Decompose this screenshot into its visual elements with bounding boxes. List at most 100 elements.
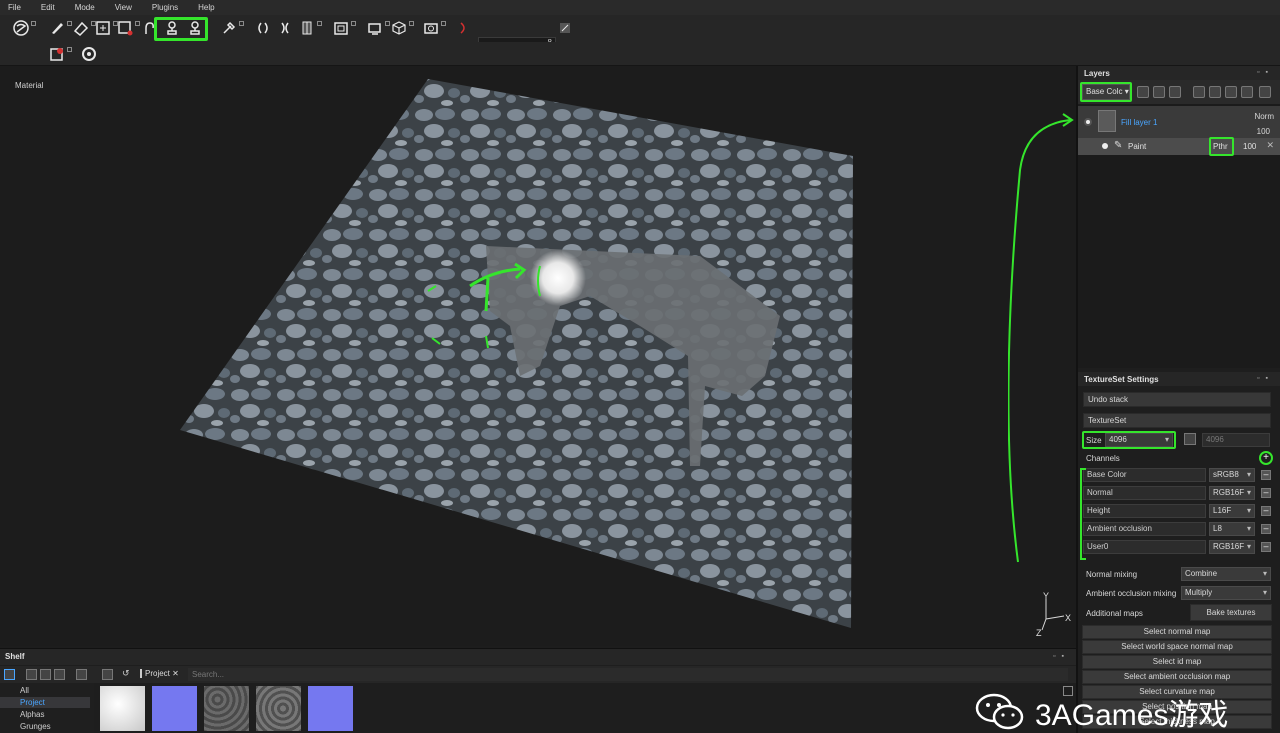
lock-icon[interactable]: [1184, 433, 1196, 445]
ao-mixing-label: Ambient occlusion mixing: [1086, 589, 1177, 598]
filter-icon[interactable]: [102, 669, 113, 680]
channel-format-height[interactable]: L16F: [1209, 504, 1255, 518]
channel-name-user0[interactable]: User0: [1083, 540, 1206, 554]
category-project[interactable]: Project: [20, 698, 45, 707]
clone-icon-2[interactable]: [186, 19, 204, 37]
remove-channel-button[interactable]: –: [1261, 524, 1271, 534]
add-effect-icon[interactable]: [1193, 86, 1205, 98]
grid-icon[interactable]: [76, 669, 87, 680]
channel-format-base-color[interactable]: sRGB8: [1209, 468, 1255, 482]
geometry-mask-icon[interactable]: [116, 19, 140, 37]
menu-help[interactable]: Help: [198, 3, 214, 12]
paint-effect-opacity[interactable]: 100: [1243, 142, 1256, 151]
add-mask-icon[interactable]: [1169, 86, 1181, 98]
symmetry-icon[interactable]: [254, 19, 272, 37]
menu-plugins[interactable]: Plugins: [152, 3, 178, 12]
shelf-thumbnail[interactable]: [256, 686, 301, 731]
fill-layer-row[interactable]: Fill layer 1 Norm 100: [1078, 106, 1280, 138]
fill-layer-blend[interactable]: Norm: [1254, 112, 1274, 121]
add-channel-button[interactable]: +: [1259, 451, 1273, 465]
menu-file[interactable]: File: [8, 3, 21, 12]
channel-name-ambient-occlusion[interactable]: Ambient occlusion: [1083, 522, 1206, 536]
remove-channel-button[interactable]: –: [1261, 506, 1271, 516]
folder-view-icon[interactable]: [4, 669, 15, 680]
select-id-map-button[interactable]: Select id map: [1082, 655, 1272, 669]
screen-icon[interactable]: [366, 19, 390, 37]
fill-layer-name[interactable]: Fill layer 1: [1121, 118, 1157, 127]
shelf-thumbnail[interactable]: [100, 686, 145, 731]
export-icon[interactable]: [48, 45, 72, 63]
bake-textures-button[interactable]: Bake textures: [1190, 604, 1272, 621]
mirror-toggle-icon[interactable]: [298, 19, 322, 37]
shelf-thumbnail[interactable]: [152, 686, 197, 731]
import-icon[interactable]: [26, 669, 37, 680]
ao-mixing-dropdown[interactable]: Multiply: [1181, 586, 1271, 600]
red-toggle-icon[interactable]: [454, 19, 472, 37]
selection-icon[interactable]: [12, 19, 36, 37]
axis-gizmo: Y X Z: [1036, 591, 1071, 638]
select-world-space-normal-map-button[interactable]: Select world space normal map: [1082, 640, 1272, 654]
layers-toolbar: Base Colc ▾: [1078, 80, 1280, 104]
symmetry-mirror-icon[interactable]: [276, 19, 294, 37]
picker-icon[interactable]: [220, 19, 244, 37]
paint-brush-icon[interactable]: [48, 19, 72, 37]
shelf-filter-tag[interactable]: Project ✕: [140, 669, 179, 678]
category-alphas[interactable]: Alphas: [20, 710, 44, 719]
select-normal-map-button[interactable]: Select normal map: [1082, 625, 1272, 639]
category-grunges[interactable]: Grunges: [20, 722, 51, 731]
channel-format-user0[interactable]: RGB16F: [1209, 540, 1255, 554]
shelf-thumbnail[interactable]: [308, 686, 353, 731]
add-fill-layer-icon[interactable]: [1153, 86, 1165, 98]
settings-gear-icon[interactable]: [80, 45, 98, 63]
panel-window-buttons[interactable]: ▫▪: [1257, 69, 1274, 76]
channel-name-base-color[interactable]: Base Color: [1083, 468, 1206, 482]
cube-icon[interactable]: [390, 19, 414, 37]
panel-window-buttons[interactable]: ▫▪: [1053, 649, 1070, 665]
menu-edit[interactable]: Edit: [41, 3, 55, 12]
category-all[interactable]: All: [20, 686, 29, 695]
add-layer-icon[interactable]: [1137, 86, 1149, 98]
refresh-icon[interactable]: [1225, 86, 1237, 98]
layers-header: Layers ▫▪: [1078, 66, 1280, 80]
remove-channel-button[interactable]: –: [1261, 488, 1271, 498]
3d-viewport[interactable]: Material Y X Z: [0, 66, 1076, 646]
screenshot-icon[interactable]: [422, 19, 446, 37]
clone-icon-1[interactable]: [163, 19, 181, 37]
menubar: File Edit Mode View Plugins Help: [0, 0, 1280, 15]
undo-stack-button[interactable]: Undo stack: [1083, 392, 1271, 407]
shelf-search-input[interactable]: Search...: [188, 668, 1068, 681]
trash-icon[interactable]: [1259, 86, 1271, 98]
reset-filter-icon[interactable]: ↺: [122, 669, 133, 680]
folder-icon[interactable]: [1241, 86, 1253, 98]
select-ambient-occlusion-map-button[interactable]: Select ambient occlusion map: [1082, 670, 1272, 684]
textureset-button[interactable]: TextureSet: [1083, 413, 1271, 428]
paint-effect-row[interactable]: ✎ Paint Pthr 100 ✕: [1078, 138, 1280, 155]
watermark: 3AGames游戏: [975, 690, 1228, 733]
axis-y-label: Y: [1043, 591, 1049, 601]
panel-window-buttons[interactable]: ▫▪: [1257, 375, 1274, 382]
close-icon[interactable]: ✕: [1266, 140, 1274, 151]
fill-layer-opacity[interactable]: 100: [1257, 127, 1270, 136]
channel-name-height[interactable]: Height: [1083, 504, 1206, 518]
slider-edit-icon[interactable]: [556, 19, 574, 37]
normal-mixing-dropdown[interactable]: Combine: [1181, 567, 1271, 581]
remove-channel-button[interactable]: –: [1261, 470, 1271, 480]
channel-format-ambient-occlusion[interactable]: L8: [1209, 522, 1255, 536]
list-icon[interactable]: [54, 669, 65, 680]
add-filter-icon[interactable]: [1209, 86, 1221, 98]
paint-visibility-eye-icon[interactable]: [1102, 143, 1108, 149]
menu-view[interactable]: View: [115, 3, 132, 12]
projection-icon[interactable]: [94, 19, 118, 37]
menu-mode[interactable]: Mode: [75, 3, 95, 12]
shelf-title: Shelf: [5, 652, 25, 661]
eraser-icon[interactable]: [72, 19, 96, 37]
remove-channel-button[interactable]: –: [1261, 542, 1271, 552]
copy-icon[interactable]: [40, 669, 51, 680]
annotation-arrow: [1008, 113, 1074, 563]
paint-effect-name: Paint: [1128, 142, 1147, 151]
channel-format-normal[interactable]: RGB16F: [1209, 486, 1255, 500]
shelf-thumbnail[interactable]: [204, 686, 249, 731]
visibility-eye-icon[interactable]: [1084, 118, 1092, 126]
channel-name-normal[interactable]: Normal: [1083, 486, 1206, 500]
camera-icon[interactable]: [332, 19, 356, 37]
